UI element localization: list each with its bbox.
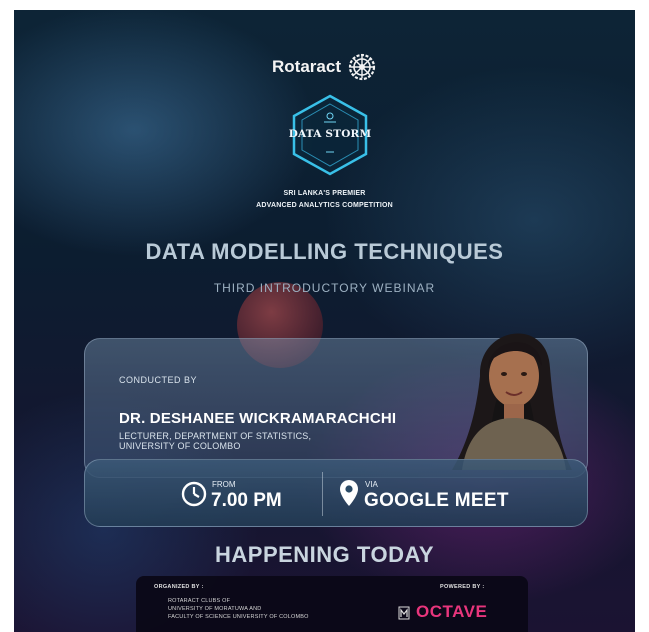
webinar-poster: Rotaract DATA STORM SRI LANKA'S PREMIER … <box>14 10 635 632</box>
speaker-role-line2: UNIVERSITY OF COLOMBO <box>119 441 241 451</box>
organizer-line3: FACULTY OF SCIENCE UNIVERSITY OF COLOMBO <box>168 614 309 620</box>
happening-today-banner: HAPPENING TODAY <box>215 542 434 567</box>
clock-icon <box>181 481 207 507</box>
conducted-by-label: CONDUCTED BY <box>119 375 198 385</box>
rotaract-logo-text: Rotaract <box>272 57 341 76</box>
speaker-photo <box>452 333 572 470</box>
tagline-line2: ADVANCED ANALYTICS COMPETITION <box>256 202 393 209</box>
organizers-footer: ORGANIZED BY : ROTARACT CLUBS OF UNIVERS… <box>136 576 528 632</box>
speaker-role-line1: LECTURER, DEPARTMENT OF STATISTICS, <box>119 431 312 441</box>
powered-by-label: POWERED BY : <box>440 584 485 590</box>
page-title: DATA MODELLING TECHNIQUES <box>145 239 504 264</box>
university-crest-icon <box>398 606 410 620</box>
location-pin-icon <box>340 480 358 506</box>
data-storm-logo-text: DATA STORM <box>288 128 372 140</box>
tagline-line1: SRI LANKA'S PREMIER <box>283 190 366 197</box>
event-info-bar: FROM 7.00 PM VIA GOOGLE MEET <box>84 459 588 527</box>
info-divider <box>322 472 323 516</box>
rotaract-logo: Rotaract <box>14 52 635 82</box>
speaker-role: LECTURER, DEPARTMENT OF STATISTICS, UNIV… <box>119 431 311 451</box>
speaker-name: DR. DESHANEE WICKRAMARACHCHI <box>119 410 397 427</box>
time-label: FROM <box>212 480 236 489</box>
platform-label: VIA <box>365 480 378 489</box>
rotary-wheel-icon <box>348 53 376 81</box>
organizer-line2: UNIVERSITY OF MORATUWA AND <box>168 606 262 612</box>
sponsor-logo-text: OCTAVE <box>416 602 488 621</box>
event-platform: GOOGLE MEET <box>364 490 509 511</box>
event-time: 7.00 PM <box>211 490 282 511</box>
page-subtitle: THIRD INTRODUCTORY WEBINAR <box>213 281 436 295</box>
organized-by-label: ORGANIZED BY : <box>154 584 204 590</box>
data-storm-hex-logo: DATA STORM <box>286 92 374 178</box>
organizer-line1: ROTARACT CLUBS OF <box>168 598 231 604</box>
